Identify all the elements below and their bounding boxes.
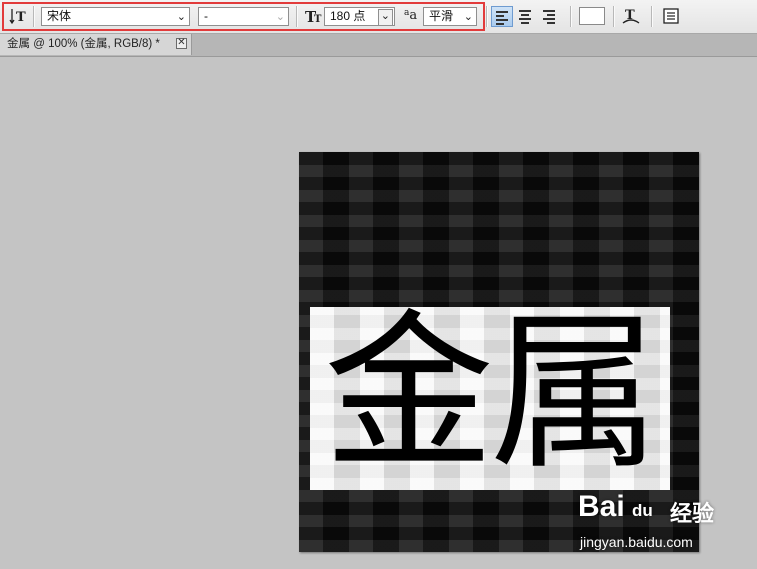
text-orientation-icon[interactable]: T [9, 6, 27, 26]
separator [651, 6, 653, 27]
chevron-down-icon: ⌄ [377, 9, 393, 26]
font-family-select[interactable]: 宋体 ⌄ [41, 7, 190, 26]
svg-text:T: T [314, 14, 322, 25]
align-left-icon [496, 11, 508, 27]
text-color-swatch[interactable] [579, 7, 605, 25]
warp-text-icon[interactable]: T [621, 6, 641, 26]
font-size-value: 180 点 [330, 9, 366, 23]
align-left-button[interactable] [491, 6, 513, 27]
antialias-select[interactable]: 平滑 ⌄ [423, 7, 477, 26]
chevron-down-icon: ⌄ [275, 11, 285, 23]
watermark-logo: Bai [578, 490, 625, 523]
font-family-value: 宋体 [47, 9, 72, 23]
font-style-value: - [204, 9, 208, 23]
character-panel-icon[interactable] [662, 7, 680, 25]
document-tab-title: 金属 @ 100% (金属, RGB/8) * [7, 38, 160, 50]
align-center-icon [519, 10, 531, 26]
canvas-text[interactable]: 金属 [310, 299, 670, 489]
close-icon[interactable]: ✕ [176, 38, 187, 49]
font-size-select[interactable]: 180 点 ⌄ [324, 7, 395, 26]
document-tab[interactable]: 金属 @ 100% (金属, RGB/8) * ✕ [0, 34, 192, 55]
antialias-value: 平滑 [429, 9, 454, 23]
chevron-down-icon: ⌄ [463, 11, 473, 23]
watermark-brand: 经验 [670, 501, 715, 526]
align-center-button[interactable] [515, 6, 537, 27]
font-size-icon: T T [305, 7, 323, 26]
separator [613, 6, 615, 27]
align-right-button[interactable] [539, 6, 561, 27]
antialias-icon: aa [404, 8, 417, 23]
text-layer-selection[interactable]: 金属 [310, 299, 670, 490]
align-right-icon [543, 10, 555, 26]
separator [33, 6, 35, 27]
chevron-down-icon: ⌄ [176, 11, 186, 23]
document-tab-bar: 金属 @ 100% (金属, RGB/8) * ✕ [0, 34, 757, 57]
paw-icon: du [632, 501, 653, 520]
separator [486, 6, 488, 27]
svg-text:T: T [16, 10, 26, 25]
font-style-select[interactable]: - ⌄ [198, 7, 289, 26]
separator [296, 6, 298, 27]
options-toolbar: T 宋体 ⌄ - ⌄ T T 180 点 ⌄ aa 平滑 ⌄ T [0, 0, 757, 34]
separator [570, 6, 572, 27]
watermark-url: jingyan.baidu.com [580, 534, 693, 550]
aa-big-letter: a [409, 8, 418, 23]
baidu-watermark: Bai du 经验 jingyan.baidu.com [578, 490, 756, 560]
